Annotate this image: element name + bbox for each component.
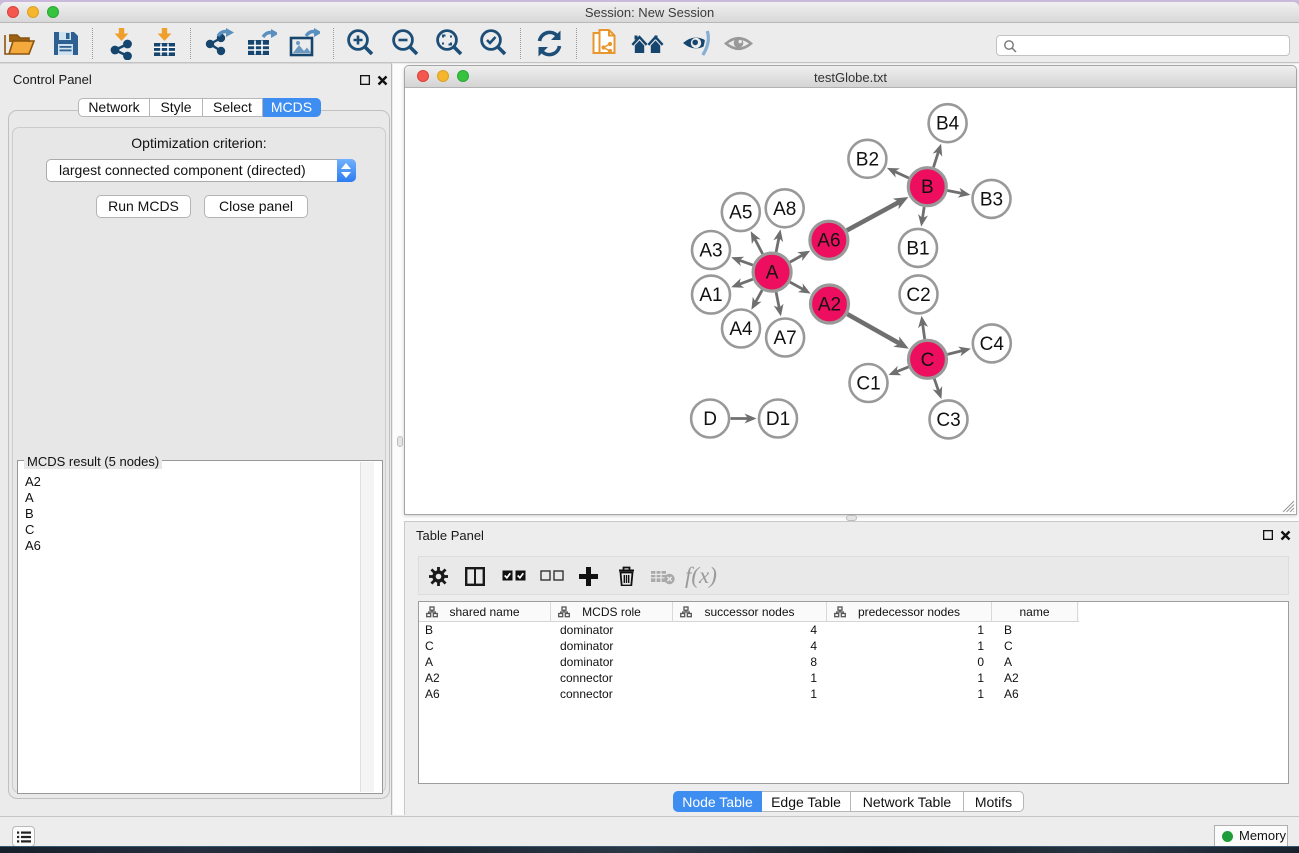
- svg-text:C1: C1: [856, 374, 880, 395]
- svg-text:A7: A7: [773, 328, 796, 349]
- svg-text:A6: A6: [817, 231, 840, 252]
- svg-text:B4: B4: [936, 114, 960, 135]
- svg-text:B1: B1: [906, 238, 929, 259]
- svg-text:D: D: [703, 409, 717, 430]
- svg-text:A5: A5: [729, 203, 752, 224]
- svg-text:A: A: [766, 263, 779, 284]
- svg-text:A8: A8: [773, 199, 796, 220]
- svg-text:B3: B3: [980, 189, 1003, 210]
- svg-text:A4: A4: [729, 319, 753, 340]
- svg-text:A1: A1: [699, 285, 722, 306]
- svg-text:B: B: [921, 177, 934, 198]
- svg-text:B2: B2: [856, 149, 879, 170]
- svg-text:C4: C4: [980, 334, 1005, 355]
- svg-text:C2: C2: [906, 285, 930, 306]
- svg-text:C: C: [921, 350, 935, 371]
- svg-text:C3: C3: [936, 410, 960, 431]
- svg-text:A3: A3: [699, 241, 722, 262]
- svg-text:D1: D1: [766, 409, 790, 430]
- svg-text:A2: A2: [818, 295, 841, 316]
